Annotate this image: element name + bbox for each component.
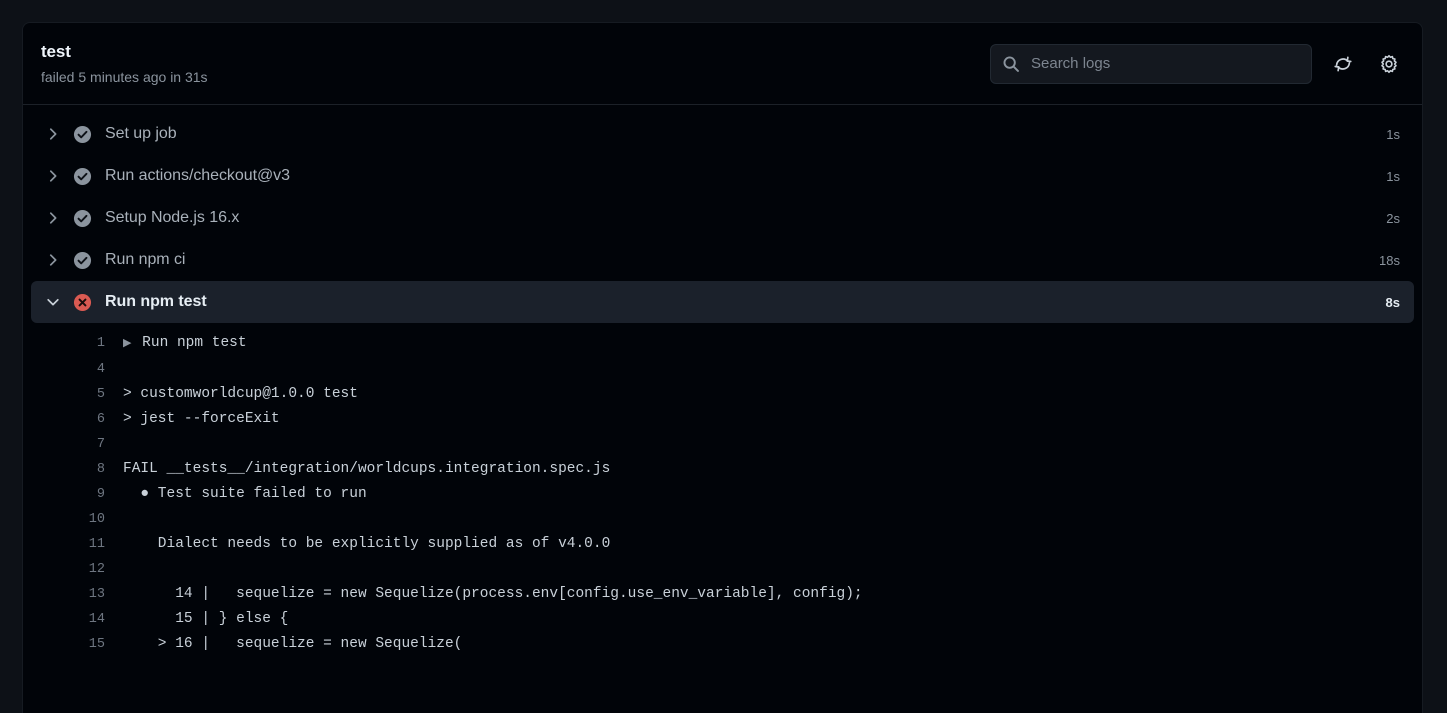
log-line: 11 Dialect needs to be explicitly suppli… [23, 532, 1422, 557]
search-logs-field[interactable] [990, 43, 1312, 84]
step-duration: 18s [1379, 252, 1400, 268]
job-log-panel: test failed 5 minutes ago in 31s Search … [22, 22, 1423, 713]
log-line-number: 12 [88, 562, 105, 577]
log-line-number: 15 [88, 637, 105, 652]
status-success-icon [72, 166, 92, 186]
log-line-number: 14 [88, 612, 105, 627]
chevron-right-icon [43, 208, 63, 228]
status-success-icon [72, 250, 92, 270]
log-line-number: 5 [96, 387, 105, 402]
log-line-number: 11 [88, 537, 105, 552]
page-title: test [41, 41, 71, 61]
step-row[interactable]: Setup Node.js 16.x 2s [31, 197, 1414, 239]
log-line-number: 9 [96, 487, 105, 502]
log-line-content: 15 | } else { [123, 611, 289, 627]
job-status-text: failed 5 minutes ago in 31s [41, 68, 208, 85]
step-row[interactable]: Run actions/checkout@v3 1s [31, 155, 1414, 197]
log-line-number: 8 [96, 462, 105, 477]
step-row[interactable]: Set up job 1s [31, 113, 1414, 155]
step-duration: 8s [1385, 294, 1400, 310]
chevron-down-icon [43, 292, 63, 312]
step-label: Setup Node.js 16.x [105, 209, 240, 226]
step-list: Set up job 1s Run actions/checkout@v3 1s [23, 105, 1422, 323]
log-line: 9 ● Test suite failed to run [23, 482, 1422, 507]
log-line-content: Run npm test [142, 335, 247, 351]
log-line: 14 15 | } else { [23, 607, 1422, 632]
step-label: Run npm test [105, 293, 207, 310]
log-line-number: 10 [88, 512, 105, 527]
log-line-content: > 16 | sequelize = new Sequelize( [123, 636, 463, 652]
chevron-right-icon [43, 250, 63, 270]
log-line-number: 13 [88, 587, 105, 602]
log-line-content: ● Test suite failed to run [123, 486, 367, 502]
job-header-actions [990, 43, 1404, 84]
log-line-number: 7 [96, 437, 105, 452]
log-line: 10 [23, 507, 1422, 532]
step-label: Run actions/checkout@v3 [105, 167, 290, 184]
chevron-right-icon [43, 124, 63, 144]
log-line-content: Dialect needs to be explicitly supplied … [123, 536, 611, 552]
step-label: Set up job [105, 125, 177, 142]
log-line-text: ▶ Run npm test [123, 331, 1408, 357]
status-failure-icon [72, 292, 92, 312]
step-duration: 1s [1386, 126, 1400, 142]
log-line: 13 14 | sequelize = new Sequelize(proces… [23, 582, 1422, 607]
search-input[interactable] [990, 43, 1312, 84]
caret-right-icon[interactable]: ▶ [123, 338, 131, 350]
job-header-info: test failed 5 minutes ago in 31s [41, 41, 208, 87]
log-line-number: 6 [96, 412, 105, 427]
status-success-icon [72, 124, 92, 144]
log-line-content: > customworldcup@1.0.0 test [123, 386, 358, 402]
log-output[interactable]: 1 ▶ Run npm test 4 5 > customworldcup@1.… [23, 323, 1422, 657]
log-line: 7 [23, 432, 1422, 457]
log-line-content: 14 | sequelize = new Sequelize(process.e… [123, 586, 863, 602]
refresh-button[interactable] [1328, 49, 1358, 79]
step-duration: 2s [1386, 210, 1400, 226]
step-label: Run npm ci [105, 251, 186, 268]
chevron-right-icon [43, 166, 63, 186]
step-row[interactable]: Run npm ci 18s [31, 239, 1414, 281]
log-line-content: FAIL __tests__/integration/worldcups.int… [123, 461, 611, 477]
log-viewport: test failed 5 minutes ago in 31s Search … [0, 0, 1447, 713]
job-header: test failed 5 minutes ago in 31s [23, 23, 1422, 105]
step-row-active[interactable]: Run npm test 8s [31, 281, 1414, 323]
log-line: 6 > jest --forceExit [23, 407, 1422, 432]
log-line: 5 > customworldcup@1.0.0 test [23, 382, 1422, 407]
step-duration: 1s [1386, 168, 1400, 184]
log-line-number: 4 [96, 362, 105, 377]
refresh-icon [1333, 54, 1353, 74]
log-line: 4 [23, 357, 1422, 382]
gear-icon [1379, 54, 1399, 74]
status-success-icon [72, 208, 92, 228]
log-line: 1 ▶ Run npm test [23, 331, 1422, 357]
settings-button[interactable] [1374, 49, 1404, 79]
log-line-content: > jest --forceExit [123, 411, 280, 427]
log-line: 8 FAIL __tests__/integration/worldcups.i… [23, 457, 1422, 482]
log-line-number: 1 [96, 336, 105, 351]
log-line: 15 > 16 | sequelize = new Sequelize( [23, 632, 1422, 657]
log-line: 12 [23, 557, 1422, 582]
